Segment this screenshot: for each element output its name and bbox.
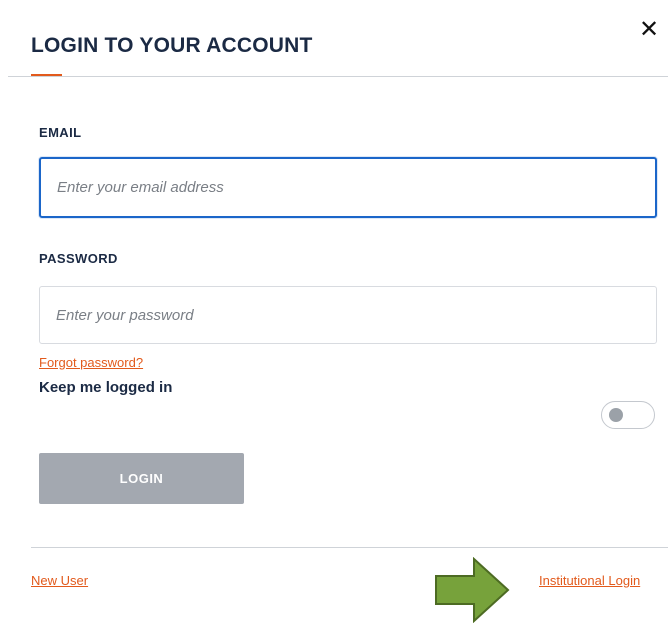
keep-logged-in-toggle[interactable] <box>601 401 655 429</box>
email-label: EMAIL <box>39 125 82 140</box>
forgot-password-link[interactable]: Forgot password? <box>39 355 143 370</box>
keep-logged-in-label: Keep me logged in <box>39 379 173 396</box>
institutional-login-link[interactable]: Institutional Login <box>539 573 640 588</box>
new-user-link[interactable]: New User <box>31 573 88 588</box>
right-arrow-icon <box>435 557 510 623</box>
login-button[interactable]: LOGIN <box>39 453 244 504</box>
footer-divider <box>31 547 668 548</box>
toggle-knob <box>609 408 623 422</box>
dialog-title: LOGIN TO YOUR ACCOUNT <box>31 34 313 57</box>
header-divider <box>8 76 668 77</box>
close-icon: ✕ <box>638 15 660 43</box>
email-input[interactable] <box>39 157 657 218</box>
close-button[interactable]: ✕ <box>637 15 661 43</box>
login-dialog: ✕ LOGIN TO YOUR ACCOUNT EMAIL PASSWORD F… <box>0 0 668 623</box>
password-label: PASSWORD <box>39 251 118 266</box>
password-input[interactable] <box>39 286 657 344</box>
